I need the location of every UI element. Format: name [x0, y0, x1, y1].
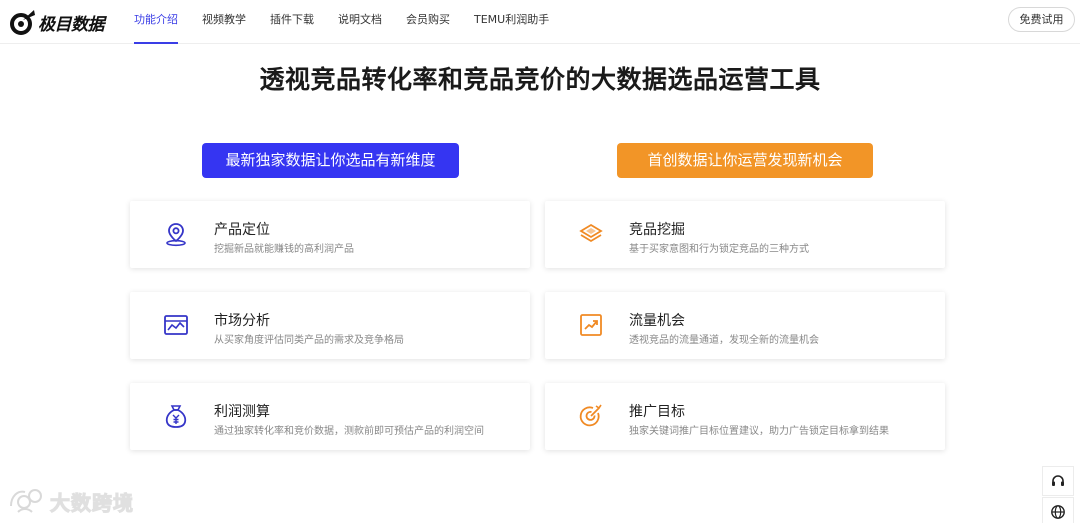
watermark: 大数跨境 [8, 486, 134, 516]
feature-card-traffic-opportunity[interactable]: 流量机会 透视竞品的流量通道，发现全新的流量机会 [545, 292, 945, 359]
page-title: 透视竞品转化率和竞品竞价的大数据选品运营工具 [259, 65, 821, 94]
left-feature-banner: 最新独家数据让你选品有新维度 [202, 143, 459, 178]
feature-desc: 基于买家意图和行为锁定竞品的三种方式 [629, 244, 809, 255]
money-bag-icon [165, 405, 187, 428]
feature-desc: 透视竞品的流量通道，发现全新的流量机会 [629, 335, 819, 346]
globe-icon [1051, 505, 1065, 519]
target-icon [579, 404, 602, 427]
logo-mark-icon [10, 10, 35, 35]
feature-title: 推广目标 [629, 404, 685, 420]
layers-icon [579, 223, 603, 243]
feature-title: 竞品挖掘 [629, 222, 685, 238]
logo-text: 极目数据 [38, 14, 105, 35]
headset-icon [1052, 475, 1064, 486]
feature-title: 产品定位 [214, 222, 270, 238]
main-nav: 功能介绍 视频教学 插件下载 说明文档 会员购买 TEMU利润助手 [134, 0, 573, 44]
feature-desc: 从买家角度评估同类产品的需求及竞争格局 [214, 335, 404, 346]
language-button[interactable] [1042, 497, 1074, 523]
trend-up-icon [580, 314, 602, 336]
nav-item-plugin-download[interactable]: 插件下载 [270, 0, 314, 44]
feature-card-promotion-target[interactable]: 推广目标 独家关键词推广目标位置建议，助力广告锁定目标拿到结果 [545, 383, 945, 450]
free-trial-button[interactable]: 免费试用 [1008, 7, 1075, 32]
customer-service-button[interactable] [1042, 466, 1074, 496]
logo[interactable]: 极目数据 [9, 6, 105, 38]
nav-item-docs[interactable]: 说明文档 [338, 0, 382, 44]
watermark-text: 大数跨境 [50, 490, 134, 515]
nav-item-temu-profit[interactable]: TEMU利润助手 [474, 0, 549, 44]
watermark-logo-icon [10, 489, 42, 513]
feature-title: 流量机会 [629, 313, 685, 329]
feature-title: 利润测算 [214, 404, 270, 420]
right-feature-banner: 首创数据让你运营发现新机会 [617, 143, 873, 178]
chart-window-icon [164, 315, 188, 335]
feature-card-competitor-mining[interactable]: 竞品挖掘 基于买家意图和行为锁定竞品的三种方式 [545, 201, 945, 268]
feature-title: 市场分析 [214, 313, 270, 329]
feature-card-market-analysis[interactable]: 市场分析 从买家角度评估同类产品的需求及竞争格局 [130, 292, 530, 359]
feature-desc: 挖掘新品就能赚钱的高利润产品 [214, 244, 354, 255]
nav-item-video-tutorials[interactable]: 视频教学 [202, 0, 246, 44]
feature-desc: 通过独家转化率和竞价数据，测款前即可预估产品的利润空间 [214, 426, 484, 437]
location-pin-icon [166, 223, 186, 247]
nav-item-features[interactable]: 功能介绍 [134, 0, 178, 44]
nav-item-membership[interactable]: 会员购买 [406, 0, 450, 44]
feature-card-product-positioning[interactable]: 产品定位 挖掘新品就能赚钱的高利润产品 [130, 201, 530, 268]
top-nav-bar: 极目数据 功能介绍 视频教学 插件下载 说明文档 会员购买 TEMU利润助手 免… [0, 0, 1080, 44]
feature-card-profit-calc[interactable]: 利润测算 通过独家转化率和竞价数据，测款前即可预估产品的利润空间 [130, 383, 530, 450]
feature-desc: 独家关键词推广目标位置建议，助力广告锁定目标拿到结果 [629, 426, 889, 437]
